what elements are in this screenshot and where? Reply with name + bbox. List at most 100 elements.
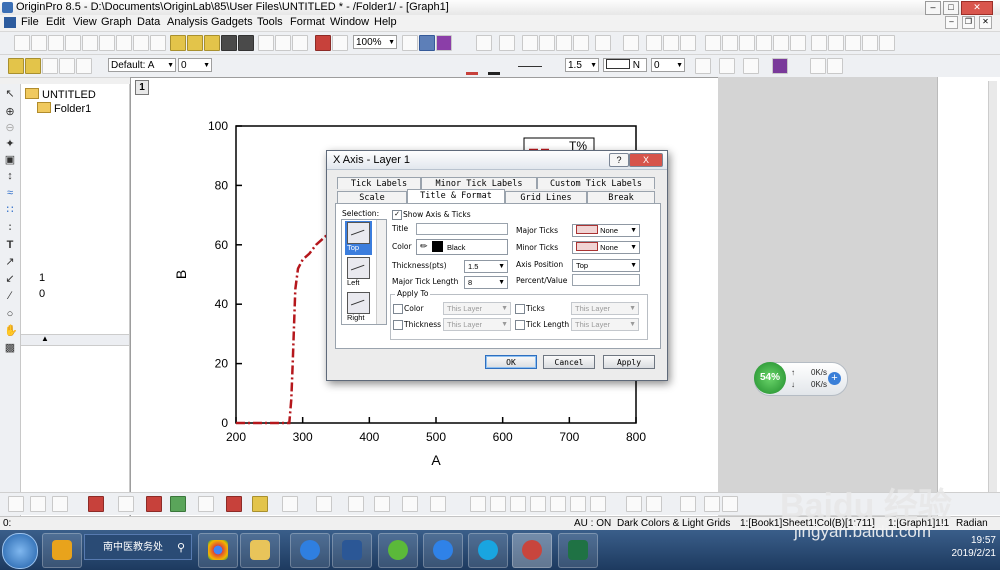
- refresh-icon[interactable]: [419, 35, 435, 51]
- taskbar-app-baidu-netdisk[interactable]: [423, 533, 463, 568]
- list-item[interactable]: 0: [39, 286, 45, 302]
- open-icon[interactable]: [170, 35, 186, 51]
- new-workbook-icon[interactable]: [31, 35, 47, 51]
- fill-pattern-select[interactable]: N: [603, 58, 647, 72]
- taskbar-app-excel[interactable]: [558, 533, 598, 568]
- regional-select-icon[interactable]: ∷: [4, 204, 16, 216]
- 3d-plot-icon[interactable]: [170, 496, 186, 512]
- sort-up-icon[interactable]: ▲: [41, 334, 49, 343]
- tab-grid-lines[interactable]: Grid Lines: [505, 191, 587, 203]
- tab-title-format[interactable]: Title & Format: [407, 189, 505, 203]
- selection-top[interactable]: Top: [345, 221, 372, 255]
- front-icon[interactable]: [348, 496, 364, 512]
- bold-style-icon[interactable]: [25, 58, 41, 74]
- line-style-icon[interactable]: [518, 66, 542, 67]
- new-layout-icon[interactable]: [116, 35, 132, 51]
- minimize-button[interactable]: –: [925, 1, 941, 15]
- align-right-icon[interactable]: [490, 496, 506, 512]
- selection-left[interactable]: Left: [345, 256, 372, 290]
- new-notes-icon[interactable]: [133, 35, 149, 51]
- area-plot-icon[interactable]: [118, 496, 134, 512]
- new-script-icon[interactable]: [150, 35, 166, 51]
- save-project-icon[interactable]: [221, 35, 237, 51]
- menu-analysis[interactable]: Analysis: [167, 16, 208, 28]
- ungroup-icon[interactable]: [316, 496, 332, 512]
- text-tool-icon[interactable]: T: [4, 239, 16, 251]
- new-graph-icon[interactable]: [65, 35, 81, 51]
- zoom-select[interactable]: 100% ▼: [353, 35, 397, 49]
- mdi-minimize-button[interactable]: –: [945, 16, 958, 29]
- title-input[interactable]: [416, 223, 508, 235]
- axis-top-icon[interactable]: [739, 35, 755, 51]
- same-height-icon[interactable]: [626, 496, 642, 512]
- line-plot-icon[interactable]: [8, 496, 24, 512]
- menu-gadgets[interactable]: Gadgets: [211, 16, 253, 28]
- apply-tick-length-checkbox[interactable]: [515, 320, 525, 330]
- minor-ticks-select[interactable]: None ▼: [572, 241, 640, 254]
- selection-right[interactable]: Right: [345, 291, 372, 325]
- back-icon[interactable]: [374, 496, 390, 512]
- apply-thickness-scope[interactable]: This Layer ▼: [443, 318, 511, 331]
- dialog-close-button[interactable]: X: [629, 153, 663, 167]
- data-reader-icon[interactable]: ▣: [4, 154, 16, 166]
- table-layout-icon[interactable]: [402, 496, 418, 512]
- apply-ticks-scope[interactable]: This Layer ▼: [571, 302, 639, 315]
- axis-all-icon[interactable]: [790, 35, 806, 51]
- taskbar-app-360[interactable]: [378, 533, 418, 568]
- command-window-icon[interactable]: [522, 35, 538, 51]
- explorer-splitter[interactable]: ▲: [21, 334, 129, 346]
- add-layer-icon[interactable]: [595, 35, 611, 51]
- tab-scale[interactable]: Scale: [337, 191, 407, 203]
- template-icon[interactable]: [252, 496, 268, 512]
- taskbar-app-mail[interactable]: [468, 533, 508, 568]
- apply-tick-length-scope[interactable]: This Layer ▼: [571, 318, 639, 331]
- selection-list[interactable]: Top Left Right: [341, 219, 387, 325]
- network-speed-widget[interactable]: 54% ↑ 0K/s ↓ 0K/s +: [754, 362, 848, 396]
- table-icon[interactable]: [879, 35, 895, 51]
- apply-color-checkbox[interactable]: [393, 304, 403, 314]
- menu-file[interactable]: File: [21, 16, 39, 28]
- align-bottom-icon[interactable]: [530, 496, 546, 512]
- data-selector-icon[interactable]: ↕: [4, 170, 16, 182]
- ok-button[interactable]: OK: [485, 355, 537, 369]
- start-button[interactable]: [2, 533, 38, 569]
- help-button[interactable]: ?: [609, 153, 629, 167]
- scatter-plot-icon[interactable]: [30, 496, 46, 512]
- duplicate-icon[interactable]: [332, 35, 348, 51]
- mask-icon[interactable]: ∶: [4, 222, 16, 234]
- distribute-icon[interactable]: [646, 496, 662, 512]
- spacing-icon[interactable]: [810, 58, 826, 74]
- recalculate-icon[interactable]: [315, 35, 331, 51]
- line-width-select[interactable]: 1.5 ▼: [565, 58, 599, 72]
- nudge-icon[interactable]: [680, 496, 696, 512]
- rescale-icon[interactable]: [623, 35, 639, 51]
- plus-icon[interactable]: +: [828, 372, 841, 385]
- show-axis-checkbox[interactable]: ✓: [392, 210, 402, 220]
- grid-align-icon[interactable]: [743, 58, 759, 74]
- group-icon[interactable]: [282, 496, 298, 512]
- maximize-button[interactable]: □: [943, 1, 959, 15]
- selection-scrollbar[interactable]: [376, 220, 386, 324]
- zoom-in-icon[interactable]: ⊕: [4, 106, 16, 118]
- tab-tick-labels[interactable]: Tick Labels: [337, 177, 421, 189]
- axis-right-icon[interactable]: [722, 35, 738, 51]
- zoom-out-icon[interactable]: ⊖: [4, 122, 16, 134]
- clock[interactable]: 19:57 2019/2/21: [952, 534, 997, 560]
- box-chart-icon[interactable]: [226, 496, 242, 512]
- print-icon[interactable]: [402, 35, 418, 51]
- taskbar-app-explorer[interactable]: [240, 533, 280, 568]
- offset-select[interactable]: 0 ▼: [651, 58, 685, 72]
- rectangle-tool-icon[interactable]: ○: [4, 308, 16, 320]
- code-builder-icon[interactable]: [436, 35, 452, 51]
- script-window-icon[interactable]: [539, 35, 555, 51]
- layer-info-icon[interactable]: [828, 35, 844, 51]
- project-explorer-icon[interactable]: [499, 35, 515, 51]
- taskbar-app-qq[interactable]: [42, 533, 82, 568]
- import-multiple-icon[interactable]: [275, 35, 291, 51]
- column-plot-icon[interactable]: [88, 496, 104, 512]
- apply-button[interactable]: Apply: [603, 355, 655, 369]
- anchor-icon[interactable]: [76, 58, 92, 74]
- color-scale-icon[interactable]: [663, 35, 679, 51]
- results-log-icon[interactable]: [476, 35, 492, 51]
- close-button[interactable]: ✕: [961, 1, 993, 15]
